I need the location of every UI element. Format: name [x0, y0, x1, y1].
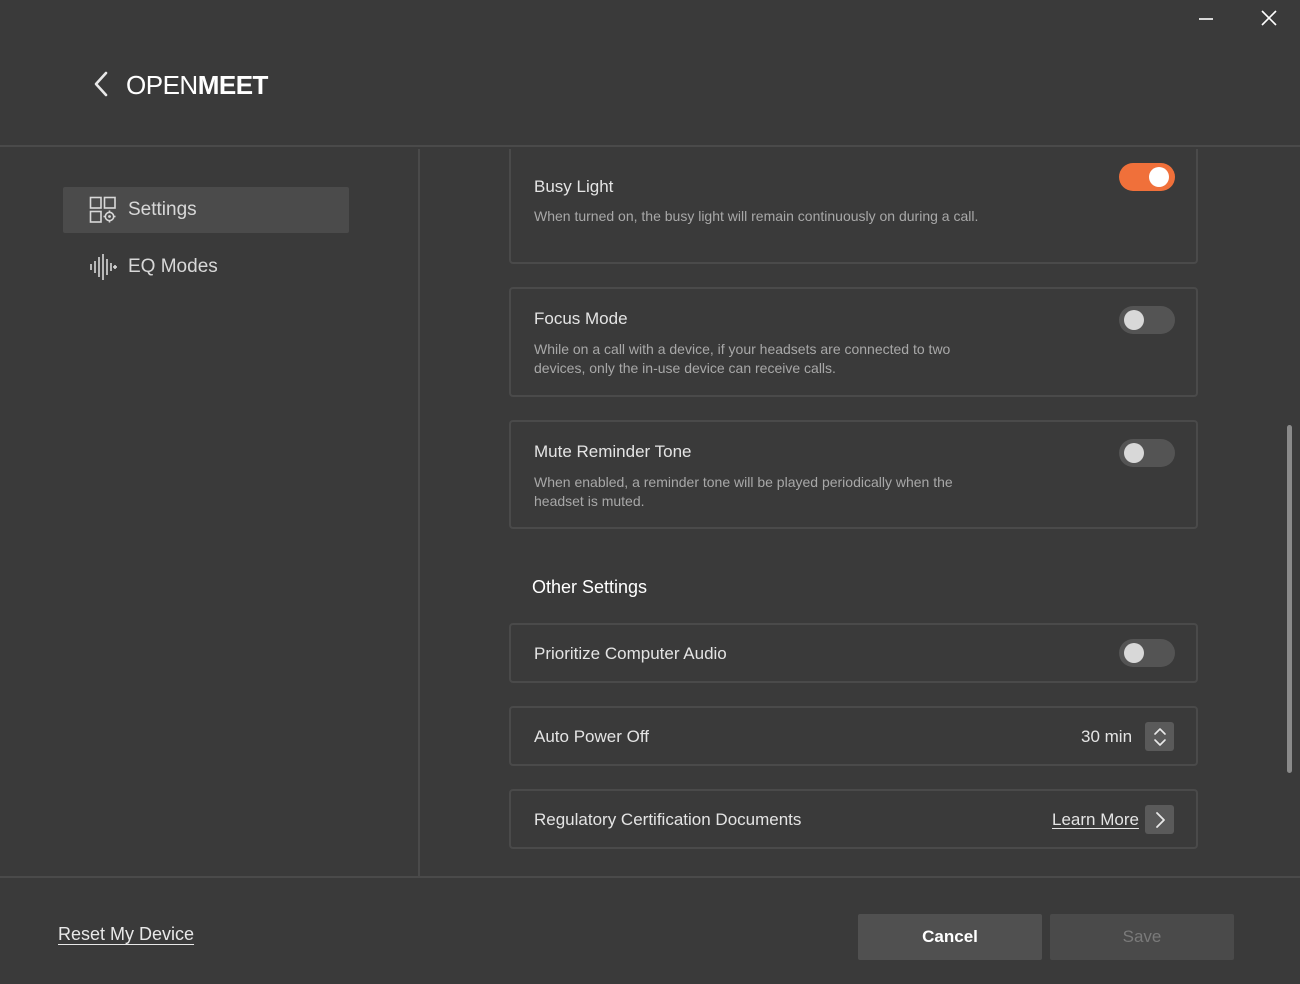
regulatory-card: Regulatory Certification Documents Learn… — [509, 789, 1198, 849]
waveform-icon — [88, 252, 118, 282]
chevron-left-icon — [94, 71, 108, 97]
sidebar: Settings EQ Modes — [0, 149, 420, 876]
busy-light-description: When turned on, the busy light will rema… — [534, 208, 979, 224]
save-button[interactable]: Save — [1050, 914, 1234, 960]
logo-meet-text: MEET — [197, 70, 269, 100]
toggle-knob — [1124, 443, 1144, 463]
regulatory-title: Regulatory Certification Documents — [534, 810, 802, 829]
mute-reminder-toggle[interactable] — [1119, 439, 1175, 467]
learn-more-button[interactable] — [1145, 805, 1174, 834]
other-settings-heading: Other Settings — [532, 577, 648, 597]
sidebar-item-settings[interactable]: Settings — [63, 187, 349, 233]
app-window: OPENMEET Settings EQ Modes Busy Light Wh… — [0, 0, 1300, 984]
prioritize-audio-title: Prioritize Computer Audio — [534, 644, 727, 663]
header: OPENMEET — [0, 0, 1300, 147]
focus-mode-title: Focus Mode — [534, 309, 628, 328]
sidebar-item-label: EQ Modes — [128, 256, 218, 277]
focus-mode-toggle[interactable] — [1119, 306, 1175, 334]
toggle-knob — [1124, 643, 1144, 663]
reset-device-link[interactable]: Reset My Device — [58, 924, 194, 945]
mute-reminder-title: Mute Reminder Tone — [534, 442, 692, 461]
mute-reminder-card: Mute Reminder Tone When enabled, a remin… — [509, 420, 1198, 529]
logo-open-text: OPEN — [126, 70, 198, 100]
busy-light-card: Busy Light When turned on, the busy ligh… — [509, 149, 1198, 264]
focus-mode-description: While on a call with a device, if your h… — [534, 341, 951, 376]
footer: Reset My Device Cancel Save — [0, 876, 1300, 984]
chevron-right-icon — [1155, 811, 1165, 828]
busy-light-toggle[interactable] — [1119, 163, 1175, 191]
prioritize-audio-card: Prioritize Computer Audio — [509, 623, 1198, 683]
auto-power-off-stepper[interactable] — [1145, 722, 1174, 751]
back-button[interactable] — [88, 68, 114, 100]
settings-panel: Busy Light When turned on, the busy ligh… — [422, 149, 1300, 876]
up-down-chevron-icon — [1153, 727, 1166, 746]
settings-grid-icon — [88, 195, 118, 225]
app-logo: OPENMEET — [126, 70, 268, 101]
sidebar-item-label: Settings — [128, 199, 197, 220]
toggle-knob — [1124, 310, 1144, 330]
toggle-knob — [1149, 167, 1169, 187]
vertical-scrollbar[interactable] — [1287, 425, 1292, 773]
learn-more-link[interactable]: Learn More — [1052, 810, 1139, 830]
cancel-button[interactable]: Cancel — [858, 914, 1042, 960]
sidebar-item-eq-modes[interactable]: EQ Modes — [63, 244, 349, 290]
auto-power-off-card: Auto Power Off 30 min — [509, 706, 1198, 766]
busy-light-title: Busy Light — [534, 177, 614, 196]
mute-reminder-description: When enabled, a reminder tone will be pl… — [534, 474, 953, 509]
prioritize-audio-toggle[interactable] — [1119, 639, 1175, 667]
focus-mode-card: Focus Mode While on a call with a device… — [509, 287, 1198, 397]
auto-power-off-value: 30 min — [1081, 727, 1133, 746]
auto-power-off-title: Auto Power Off — [534, 727, 649, 746]
